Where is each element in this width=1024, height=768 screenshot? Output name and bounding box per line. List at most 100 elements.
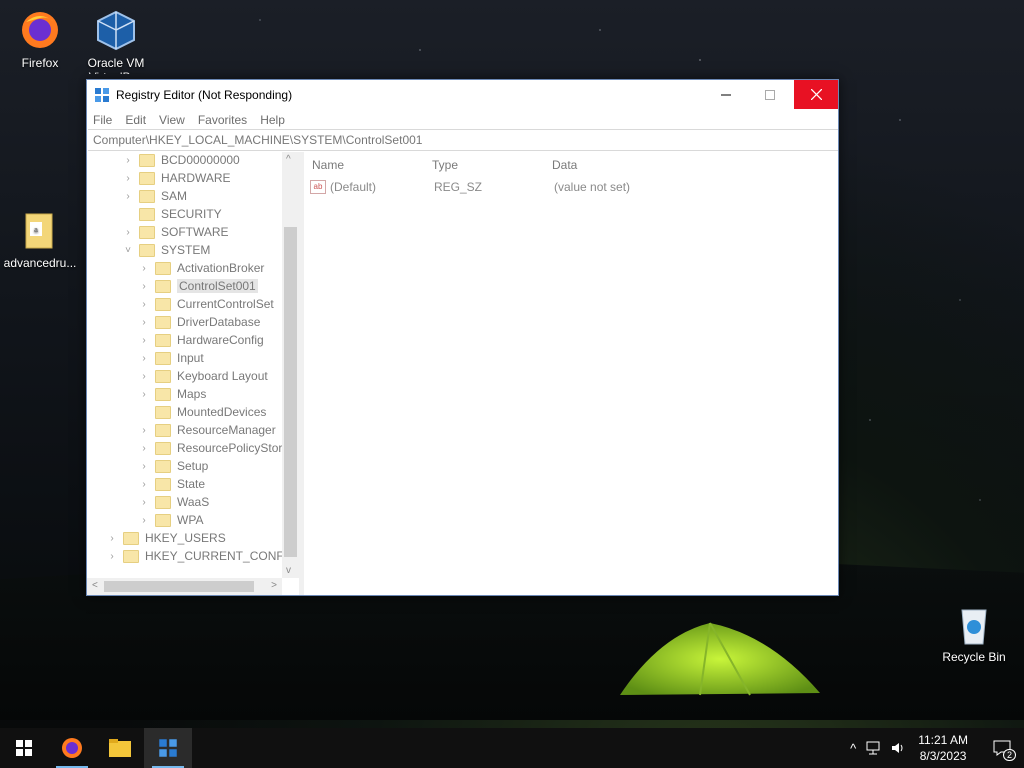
menu-favorites[interactable]: Favorites [198,113,247,127]
tree-item[interactable]: › ControlSet001 [139,277,258,295]
tree-item-label: Maps [177,387,207,401]
menu-help[interactable]: Help [260,113,285,127]
start-button[interactable] [0,728,48,768]
chevron-right-icon[interactable]: › [139,371,149,382]
close-icon [810,89,822,100]
scroll-down-icon[interactable]: v [286,565,291,576]
desktop-icon-firefox[interactable]: Firefox [0,8,80,70]
scroll-up-icon[interactable]: ^ [286,154,291,165]
network-icon[interactable] [866,741,882,755]
scroll-left-icon[interactable]: < [92,580,98,591]
menu-edit[interactable]: Edit [125,113,146,127]
tree-item[interactable]: › SAM [123,187,187,205]
window-title: Registry Editor (Not Responding) [116,88,293,102]
desktop-icon-recycle-bin[interactable]: Recycle Bin [934,602,1014,664]
tree-item[interactable]: › HKEY_USERS [107,529,225,547]
close-button[interactable] [794,80,838,109]
address-bar[interactable]: Computer\HKEY_LOCAL_MACHINE\SYSTEM\Contr… [88,129,838,151]
tree-item-label: Keyboard Layout [177,369,268,383]
tree-horizontal-scrollbar[interactable]: < > [87,578,282,595]
chevron-right-icon[interactable]: › [139,389,149,400]
minimize-button[interactable] [704,80,748,109]
maximize-button[interactable] [748,80,792,109]
chevron-right-icon[interactable]: › [139,317,149,328]
chevron-right-icon[interactable]: › [139,263,149,274]
chevron-right-icon[interactable]: › [139,299,149,310]
desktop-icon-advancedrun[interactable]: a advancedru... [0,208,80,270]
chevron-right-icon[interactable]: › [139,497,149,508]
value-data: (value not set) [554,180,631,194]
taskbar-registry-editor[interactable] [144,728,192,768]
clock[interactable]: 11:21 AM 8/3/2023 [918,732,968,764]
chevron-right-icon[interactable]: › [123,155,133,166]
column-header-data[interactable]: Data [552,158,577,172]
tree-item[interactable]: › WaaS [139,493,209,511]
chevron-right-icon[interactable]: › [139,443,149,454]
tree-item[interactable]: › State [139,475,205,493]
tree-item[interactable]: › HKEY_CURRENT_CONFIG [107,547,296,565]
tree-item[interactable]: › SOFTWARE [123,223,228,241]
chevron-up-icon[interactable]: ^ [850,741,856,756]
value-type: REG_SZ [434,180,483,194]
chevron-right-icon[interactable]: › [107,533,117,544]
desktop-icon-virtualbox[interactable]: Oracle VM VirtualBox [76,8,156,74]
tree-item[interactable]: › BCD00000000 [123,151,239,169]
folder-icon [155,333,171,347]
list-item[interactable]: ab (Default) REG_SZ (value not set) [310,180,630,194]
tree-item[interactable]: ˅ SYSTEM [123,241,210,259]
chevron-right-icon[interactable]: › [107,551,117,562]
tree-item-label: Input [177,351,204,365]
tree-item[interactable]: › Maps [139,385,206,403]
tree-item[interactable]: › HARDWARE [123,169,231,187]
scroll-thumb[interactable] [104,581,254,592]
chevron-down-icon[interactable]: ˅ [123,245,133,256]
chevron-right-icon[interactable]: › [139,479,149,490]
tree-item[interactable]: › HardwareConfig [139,331,263,349]
chevron-right-icon[interactable]: › [139,335,149,346]
taskbar-file-explorer[interactable] [96,728,144,768]
column-header-type[interactable]: Type [432,158,458,172]
recycle-bin-icon [952,602,996,646]
tree-item-label: SAM [161,189,188,203]
tree-item[interactable]: MountedDevices [139,403,266,421]
tree-item-label: DriverDatabase [177,315,261,329]
tree-item[interactable]: › Keyboard Layout [139,367,268,385]
tree-item[interactable]: › ActivationBroker [139,259,264,277]
tree-item[interactable]: › CurrentControlSet [139,295,273,313]
folder-icon [155,351,171,365]
tree-item[interactable]: › Input [139,349,204,367]
desktop-icon-label: advancedru... [3,256,77,270]
tree-item[interactable]: › ResourceManager [139,421,275,439]
menu-file[interactable]: File [93,113,112,127]
chevron-right-icon[interactable]: › [123,227,133,238]
values-list[interactable]: Name Type Data ab (Default) REG_SZ (valu… [304,152,838,595]
title-bar[interactable]: Registry Editor (Not Responding) [87,80,838,110]
registry-tree[interactable]: › BCD00000000 › HARDWARE › SAM SECURITY › SOFTWA… [87,152,304,595]
chevron-right-icon[interactable]: › [123,173,133,184]
tree-item[interactable]: › DriverDatabase [139,313,260,331]
chevron-right-icon[interactable]: › [139,425,149,436]
tree-vertical-scrollbar[interactable]: ^ v [282,152,299,578]
chevron-right-icon[interactable]: › [123,191,133,202]
folder-icon [139,171,155,185]
column-header-name[interactable]: Name [312,158,344,172]
taskbar-firefox[interactable] [48,728,96,768]
tree-item[interactable]: SECURITY [123,205,222,223]
tree-item[interactable]: › Setup [139,457,208,475]
folder-icon [109,739,131,757]
chevron-right-icon[interactable]: › [139,515,149,526]
action-center-button[interactable]: 2 [986,728,1018,768]
menu-view[interactable]: View [159,113,185,127]
chevron-right-icon[interactable]: › [139,281,149,292]
tree-item-label: HARDWARE [161,171,231,185]
svg-text:a: a [34,227,38,234]
chevron-right-icon[interactable]: › [139,461,149,472]
chevron-right-icon[interactable]: › [139,353,149,364]
volume-icon[interactable] [890,741,906,755]
scroll-right-icon[interactable]: > [271,580,277,591]
tree-item[interactable]: › ResourcePolicyStore [139,439,289,457]
folder-icon [155,513,171,527]
regedit-icon [95,88,109,102]
scroll-thumb[interactable] [284,227,297,557]
tree-item[interactable]: › WPA [139,511,203,529]
